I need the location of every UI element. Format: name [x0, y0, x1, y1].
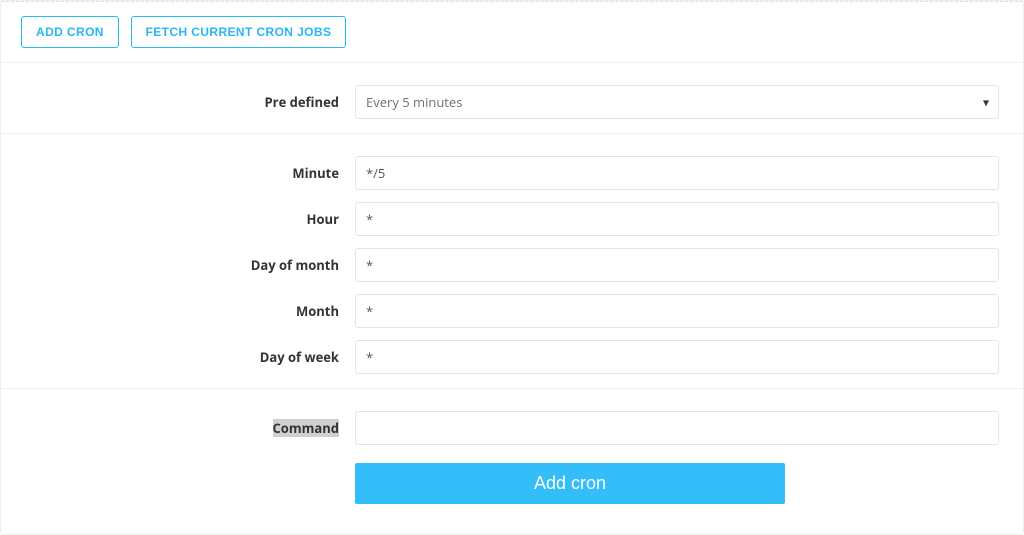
minute-label: Minute [25, 164, 355, 182]
day-of-month-input[interactable] [355, 248, 999, 282]
day-of-week-input[interactable] [355, 340, 999, 374]
schedule-block: Minute Hour Day of month Month Day of we… [1, 134, 1023, 388]
day-of-month-label: Day of month [25, 256, 355, 274]
add-cron-button[interactable]: ADD CRON [21, 16, 119, 48]
add-cron-submit-button[interactable]: Add cron [355, 463, 785, 504]
command-label: Command [25, 419, 355, 437]
minute-input[interactable] [355, 156, 999, 190]
predefined-select-wrap: Every 5 minutes [355, 85, 999, 119]
hour-label: Hour [25, 210, 355, 228]
day-of-week-label: Day of week [25, 348, 355, 366]
predefined-select[interactable]: Every 5 minutes [355, 85, 999, 119]
command-label-text: Command [273, 419, 340, 437]
cron-form-card: ADD CRON FETCH CURRENT CRON JOBS Pre def… [0, 0, 1024, 535]
command-input[interactable] [355, 411, 999, 445]
month-input[interactable] [355, 294, 999, 328]
command-block: Command Add cron [1, 389, 1023, 534]
submit-row: Add cron [1, 451, 1023, 526]
predefined-block: Pre defined Every 5 minutes [1, 63, 1023, 133]
fetch-cron-jobs-button[interactable]: FETCH CURRENT CRON JOBS [131, 16, 347, 48]
hour-input[interactable] [355, 202, 999, 236]
button-bar: ADD CRON FETCH CURRENT CRON JOBS [1, 2, 1023, 62]
predefined-label: Pre defined [25, 93, 355, 111]
month-label: Month [25, 302, 355, 320]
submit-spacer [25, 463, 355, 504]
